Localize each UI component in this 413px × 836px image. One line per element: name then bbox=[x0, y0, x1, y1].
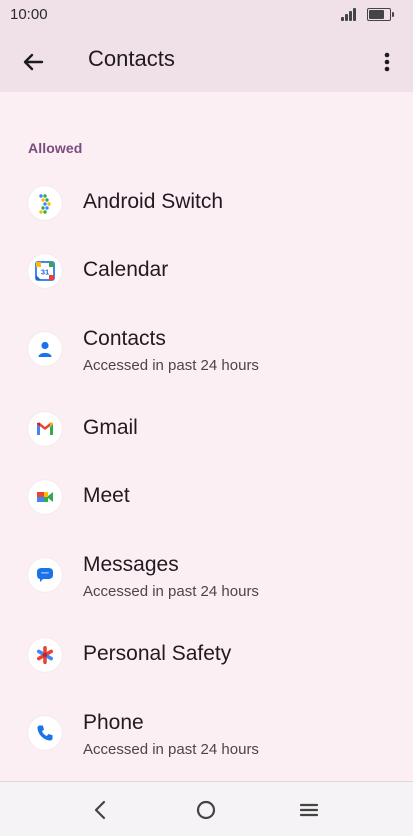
status-icons bbox=[341, 7, 394, 21]
app-row-gmail[interactable]: Gmail bbox=[0, 404, 413, 454]
app-name: Contacts bbox=[83, 327, 166, 350]
app-row-contacts[interactable]: Contacts Accessed in past 24 hours bbox=[0, 316, 413, 386]
android-switch-icon bbox=[28, 186, 62, 220]
page-title: Contacts bbox=[88, 46, 175, 71]
personal-safety-icon bbox=[28, 638, 62, 672]
calendar-icon-day: 31 bbox=[41, 268, 49, 277]
messages-icon bbox=[28, 558, 62, 592]
meet-icon bbox=[28, 480, 62, 514]
signal-icon bbox=[341, 7, 359, 21]
status-time: 10:00 bbox=[10, 6, 48, 23]
app-row-phone[interactable]: Phone Accessed in past 24 hours bbox=[0, 700, 413, 770]
status-bar: 10:00 bbox=[0, 0, 413, 30]
battery-icon bbox=[367, 7, 394, 21]
calendar-icon: 31 bbox=[28, 254, 62, 288]
section-header-allowed: Allowed bbox=[28, 140, 83, 156]
gmail-icon bbox=[28, 412, 62, 446]
app-name: Personal Safety bbox=[83, 642, 232, 665]
app-name: Phone bbox=[83, 711, 144, 734]
app-name: Android Switch bbox=[83, 190, 224, 213]
app-name: Calendar bbox=[83, 258, 169, 281]
nav-home-icon[interactable] bbox=[192, 796, 220, 824]
app-row-android-switch[interactable]: Android Switch bbox=[0, 178, 413, 228]
app-name: Messages bbox=[83, 553, 179, 576]
app-row-personal-safety[interactable]: Personal Safety bbox=[0, 630, 413, 680]
back-arrow-icon[interactable] bbox=[18, 47, 48, 77]
app-name: Gmail bbox=[83, 416, 138, 439]
nav-recents-icon[interactable] bbox=[295, 796, 323, 824]
contacts-icon bbox=[28, 332, 62, 366]
app-subtitle: Accessed in past 24 hours bbox=[83, 357, 259, 374]
app-subtitle: Accessed in past 24 hours bbox=[83, 741, 259, 758]
app-bar: Contacts bbox=[0, 30, 413, 92]
app-row-calendar[interactable]: 31 Calendar bbox=[0, 246, 413, 296]
navigation-bar bbox=[0, 781, 413, 836]
more-options-icon[interactable] bbox=[375, 47, 399, 77]
app-row-messages[interactable]: Messages Accessed in past 24 hours bbox=[0, 542, 413, 612]
app-subtitle: Accessed in past 24 hours bbox=[83, 583, 259, 600]
nav-back-icon[interactable] bbox=[87, 796, 115, 824]
app-name: Meet bbox=[83, 484, 130, 507]
phone-icon bbox=[28, 716, 62, 750]
app-row-meet[interactable]: Meet bbox=[0, 472, 413, 522]
